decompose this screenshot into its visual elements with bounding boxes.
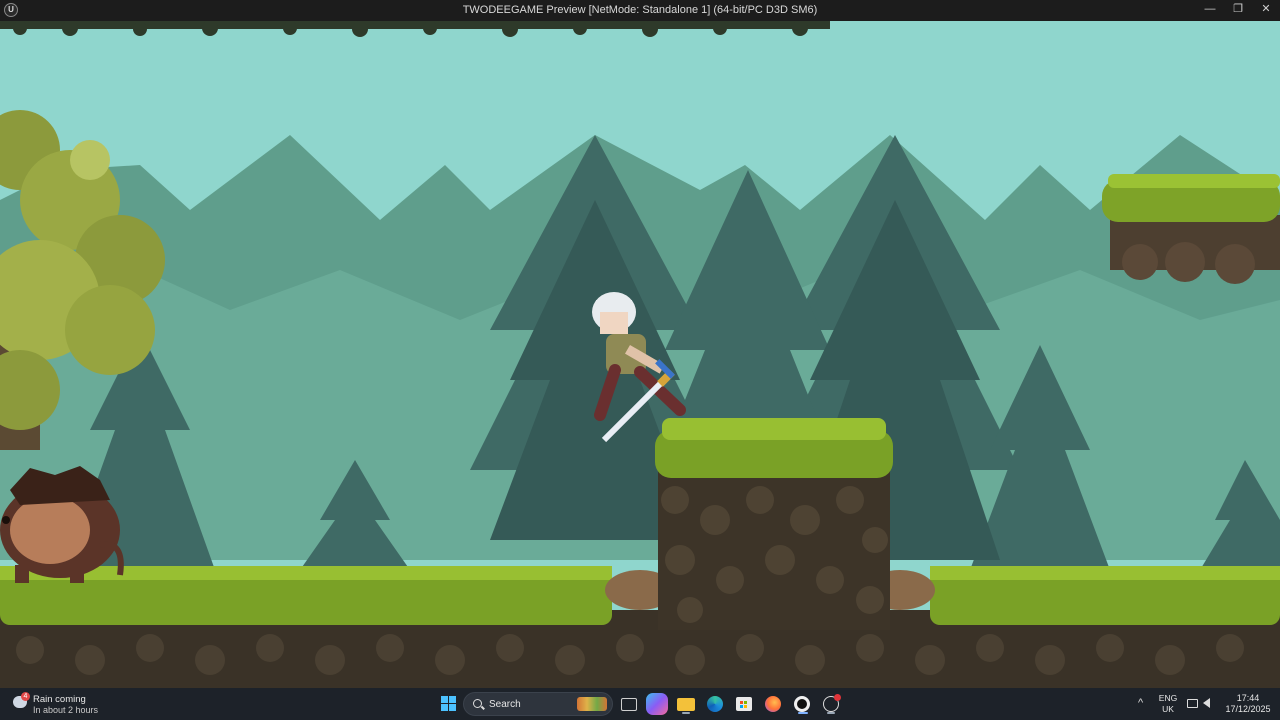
search-icon — [473, 699, 482, 708]
taskbar: 4 Rain coming In about 2 hours Search ^ … — [0, 688, 1280, 720]
minimize-button[interactable]: — — [1196, 0, 1224, 21]
minimize-icon: — — [1204, 3, 1216, 15]
network-icon[interactable] — [1187, 699, 1198, 708]
github-desktop-icon[interactable] — [820, 693, 842, 715]
weather-subtitle: In about 2 hours — [33, 705, 99, 715]
volume-icon[interactable] — [1203, 698, 1210, 708]
clock[interactable]: 17:44 17/12/2025 — [1222, 693, 1274, 715]
search-label: Search — [489, 699, 521, 710]
lang-primary: ENG — [1158, 693, 1178, 703]
taskbar-search[interactable]: Search — [463, 692, 613, 716]
close-button[interactable]: ✕ — [1252, 0, 1280, 21]
task-view-icon[interactable] — [618, 693, 640, 715]
window-titlebar: U TWODEEGAME Preview [NetMode: Standalon… — [0, 0, 1280, 21]
weather-title: Rain coming — [33, 694, 86, 705]
restore-icon: ❐ — [1233, 3, 1243, 15]
game-viewport[interactable] — [0, 21, 1280, 688]
window-title: TWODEEGAME Preview [NetMode: Standalone … — [462, 4, 818, 16]
copilot-icon[interactable] — [646, 693, 668, 715]
firefox-icon[interactable] — [762, 693, 784, 715]
language-indicator[interactable]: ENG UK — [1156, 693, 1180, 715]
weather-badge: 4 — [21, 692, 30, 701]
clock-time: 17:44 — [1236, 693, 1260, 703]
maximize-button[interactable]: ❐ — [1224, 0, 1252, 21]
file-explorer-icon[interactable] — [675, 693, 697, 715]
clock-date: 17/12/2025 — [1225, 704, 1271, 714]
show-hidden-icons-chevron[interactable]: ^ — [1138, 697, 1143, 709]
weather-widget[interactable]: 4 Rain coming In about 2 hours — [10, 692, 120, 716]
ground — [0, 566, 1280, 688]
edge-icon[interactable] — [704, 693, 726, 715]
unreal-engine-icon[interactable] — [791, 693, 813, 715]
search-highlight-icon — [577, 697, 607, 711]
lang-region: UK — [1162, 704, 1174, 714]
game-scene — [0, 21, 1280, 688]
store-icon[interactable] — [733, 693, 755, 715]
windows-start-icon[interactable] — [438, 693, 460, 715]
rock-pillar-platform — [655, 418, 893, 630]
floating-platform — [1102, 174, 1280, 284]
close-icon: ✕ — [1261, 3, 1271, 15]
